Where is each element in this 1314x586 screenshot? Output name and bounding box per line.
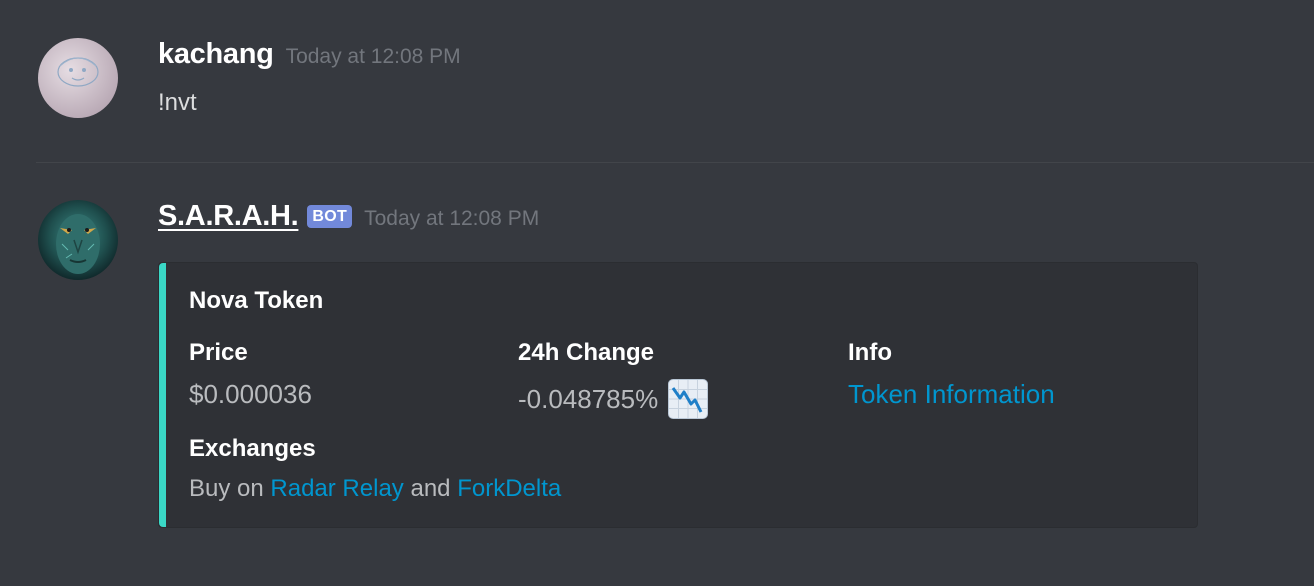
embed-card: Nova Token Price $0.000036 24h Change -0… bbox=[158, 262, 1198, 528]
chart-decreasing-icon bbox=[668, 379, 709, 419]
field-name: Exchanges bbox=[189, 435, 316, 462]
message-divider bbox=[36, 162, 1314, 163]
timestamp: Today at 12:08 PM bbox=[285, 45, 461, 68]
avatar-kachang[interactable] bbox=[38, 38, 118, 118]
bot-tag: BOT bbox=[307, 205, 353, 228]
message-content: !nvt bbox=[158, 89, 197, 116]
field-exchanges: Exchanges Buy on Radar Relay and ForkDel… bbox=[189, 435, 561, 503]
change-value: -0.048785% bbox=[518, 383, 659, 414]
field-value: Buy on Radar Relay and ForkDelta bbox=[189, 475, 561, 503]
avatar-sarah[interactable] bbox=[38, 200, 118, 280]
exchanges-conjunction: and bbox=[410, 475, 451, 502]
username[interactable]: kachang bbox=[158, 38, 274, 71]
exchanges-prefix: Buy on bbox=[189, 475, 264, 502]
field-info: Info Token Information bbox=[848, 339, 1055, 410]
field-value: Token Information bbox=[848, 379, 1055, 410]
token-information-link[interactable]: Token Information bbox=[848, 379, 1055, 410]
field-24h-change: 24h Change -0.048785% bbox=[518, 339, 709, 419]
embed-title: Nova Token bbox=[189, 287, 324, 314]
field-value: -0.048785% bbox=[518, 379, 709, 419]
timestamp: Today at 12:08 PM bbox=[364, 207, 540, 230]
field-name: Info bbox=[848, 339, 892, 366]
bot-avatar-icon bbox=[38, 200, 118, 280]
field-price: Price $0.000036 bbox=[189, 339, 312, 410]
field-name: Price bbox=[189, 339, 248, 366]
embed-accent-bar bbox=[159, 263, 166, 527]
username[interactable]: S.A.R.A.H. bbox=[158, 200, 299, 233]
radar-relay-link[interactable]: Radar Relay bbox=[270, 475, 403, 503]
user-avatar-icon bbox=[38, 38, 118, 118]
forkdelta-link[interactable]: ForkDelta bbox=[457, 475, 561, 503]
field-name: 24h Change bbox=[518, 339, 655, 366]
field-value: $0.000036 bbox=[189, 379, 312, 409]
